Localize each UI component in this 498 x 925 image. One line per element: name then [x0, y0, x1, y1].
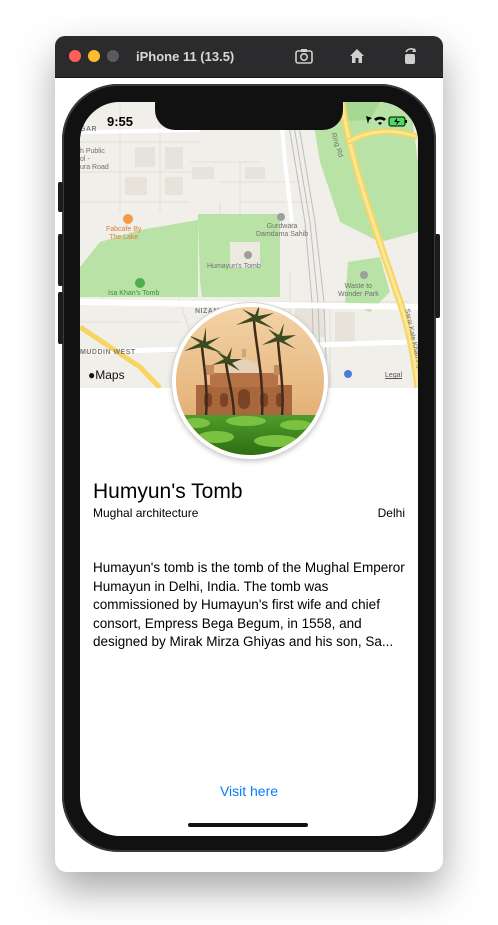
minimize-window-button[interactable]: [88, 50, 100, 62]
map-label-nizamuddin-west: MUDDIN WEST: [80, 349, 136, 356]
place-title: Humyun's Tomb: [93, 480, 243, 503]
status-time: 9:55: [107, 114, 134, 129]
map-label-waste-to-wonder[interactable]: Waste to Wonder Park: [338, 283, 379, 299]
wifi-icon: [374, 116, 386, 125]
place-city: Delhi: [377, 506, 405, 520]
close-window-button[interactable]: [69, 50, 81, 62]
rotate-icon[interactable]: [400, 46, 420, 66]
home-icon[interactable]: [347, 46, 367, 66]
status-bar-icons: [366, 116, 407, 127]
apple-maps-attribution: ●Maps: [88, 368, 125, 382]
map-label-gurdwara[interactable]: Gurdwara Damdama Sahib: [256, 223, 308, 239]
place-description: Humayun's tomb is the tomb of the Mughal…: [93, 560, 405, 649]
map-label-fabcafe[interactable]: Fabcafe By The Lake: [106, 226, 141, 242]
map-label-humayuns-tomb[interactable]: Humayun's Tomb: [207, 263, 261, 271]
screenshot-icon[interactable]: [294, 46, 314, 66]
maps-attribution-text: Maps: [95, 368, 125, 382]
simulator-title: iPhone 11 (13.5): [136, 49, 235, 64]
zoom-window-button[interactable]: [107, 50, 119, 62]
device-notch: [155, 102, 343, 130]
home-indicator[interactable]: [188, 823, 308, 827]
simulator-titlebar[interactable]: iPhone 11 (13.5): [55, 36, 443, 78]
silent-switch: [58, 182, 63, 212]
power-button: [435, 234, 440, 318]
app-screen: h Public ol - ura Road GAR Fabcafe By The L…: [80, 102, 418, 836]
volume-down-button: [58, 292, 63, 344]
map-label-gar: GAR: [80, 126, 98, 133]
volume-up-button: [58, 234, 63, 286]
map-legal-link[interactable]: Legal: [385, 372, 402, 379]
place-photo: [172, 303, 328, 459]
map-label-isa-khan[interactable]: Isa Khan's Tomb: [108, 290, 159, 298]
visit-here-button[interactable]: Visit here: [80, 783, 418, 799]
location-arrow-icon: [366, 116, 372, 124]
place-style: Mughal architecture: [93, 506, 199, 520]
humayuns-tomb-image: [176, 307, 324, 455]
map-label-public-school: h Public ol - ura Road: [80, 148, 109, 171]
